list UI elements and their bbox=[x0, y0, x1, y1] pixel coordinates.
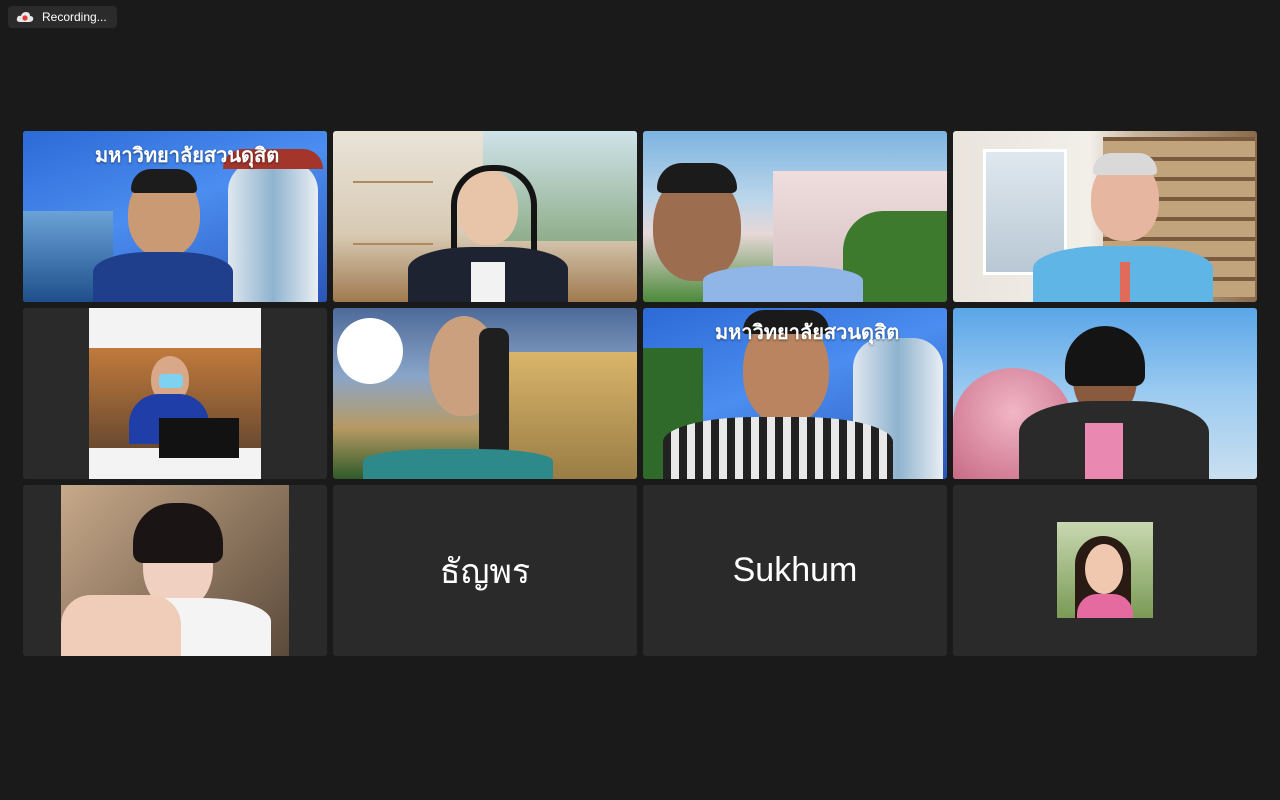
participant-video bbox=[953, 131, 1257, 302]
participant-video bbox=[333, 131, 637, 302]
avatar bbox=[1057, 522, 1153, 618]
name-tile-1[interactable]: ธัญพร bbox=[333, 485, 637, 656]
video-tile-2[interactable] bbox=[333, 131, 637, 302]
participant-video bbox=[333, 308, 637, 479]
recording-indicator[interactable]: Recording... bbox=[8, 6, 117, 28]
participant-name: ธัญพร bbox=[439, 552, 531, 591]
avatar-tile[interactable] bbox=[953, 485, 1257, 656]
video-tile-8[interactable] bbox=[953, 308, 1257, 479]
video-tile-4[interactable] bbox=[953, 131, 1257, 302]
participant-video bbox=[643, 131, 947, 302]
university-banner: มหาวิทยาลัยสวนดุสิต bbox=[715, 322, 900, 344]
participant-video bbox=[89, 308, 261, 479]
participant-video bbox=[61, 485, 289, 656]
gallery-view: มหาวิทยาลัยสวนดุสิต มหาวิทยาลัยสวนดุสิต … bbox=[23, 131, 1257, 656]
recording-label: Recording... bbox=[42, 10, 107, 24]
name-tile-2[interactable]: Sukhum bbox=[643, 485, 947, 656]
university-banner: มหาวิทยาลัยสวนดุสิต bbox=[95, 145, 280, 167]
cloud-record-icon bbox=[16, 10, 34, 24]
participant-video bbox=[953, 308, 1257, 479]
video-tile-9[interactable] bbox=[23, 485, 327, 656]
video-tile-3[interactable] bbox=[643, 131, 947, 302]
video-tile-7[interactable]: มหาวิทยาลัยสวนดุสิต bbox=[643, 308, 947, 479]
video-tile-6[interactable] bbox=[333, 308, 637, 479]
video-tile-5[interactable] bbox=[23, 308, 327, 479]
video-tile-1[interactable]: มหาวิทยาลัยสวนดุสิต bbox=[23, 131, 327, 302]
participant-name: Sukhum bbox=[732, 551, 858, 589]
